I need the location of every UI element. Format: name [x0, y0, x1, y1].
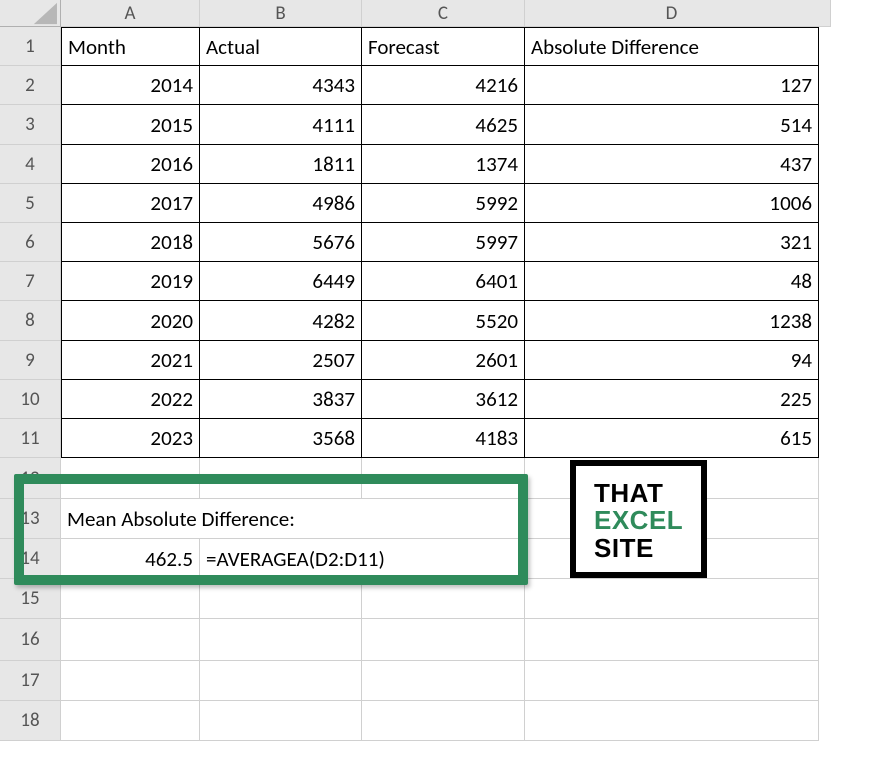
- cell-A-3[interactable]: 2015: [61, 105, 200, 145]
- cell-D-5[interactable]: 1006: [525, 184, 819, 223]
- cell-A15[interactable]: [61, 579, 200, 619]
- column-header-C[interactable]: C: [362, 0, 525, 27]
- table-header-a[interactable]: Month: [61, 27, 200, 66]
- cell-B-5[interactable]: 4986: [200, 184, 362, 223]
- row-header-4[interactable]: 4: [0, 145, 61, 184]
- cell-B17[interactable]: [200, 661, 362, 701]
- cell-A-10[interactable]: 2022: [61, 380, 200, 419]
- cell-D-11[interactable]: 615: [525, 419, 819, 458]
- row-header-12[interactable]: 12: [0, 458, 61, 499]
- cell-C15[interactable]: [362, 579, 525, 619]
- row-header-5[interactable]: 5: [0, 184, 61, 223]
- row-header-14[interactable]: 14: [0, 539, 61, 579]
- column-header-B[interactable]: B: [200, 0, 362, 27]
- cell-D-10[interactable]: 225: [525, 380, 819, 419]
- cell-B-8[interactable]: 4282: [200, 301, 362, 341]
- cell-D-4[interactable]: 437: [525, 145, 819, 184]
- summary-formula[interactable]: =AVERAGEA(D2:D11): [200, 539, 525, 579]
- row-header-18[interactable]: 18: [0, 701, 61, 741]
- cell-A17[interactable]: [61, 661, 200, 701]
- cell-A-2[interactable]: 2014: [61, 66, 200, 105]
- row-header-1[interactable]: 1: [0, 27, 61, 66]
- cell-A16[interactable]: [61, 619, 200, 661]
- row-header-3[interactable]: 3: [0, 105, 61, 145]
- cell-B-6[interactable]: 5676: [200, 223, 362, 262]
- cell-B-3[interactable]: 4111: [200, 105, 362, 145]
- cell-B16[interactable]: [200, 619, 362, 661]
- cell-C-9[interactable]: 2601: [362, 341, 525, 380]
- summary-label[interactable]: Mean Absolute Difference:: [61, 499, 525, 539]
- cell-C-5[interactable]: 5992: [362, 184, 525, 223]
- cell-C16[interactable]: [362, 619, 525, 661]
- row-header-2[interactable]: 2: [0, 66, 61, 105]
- cell-A12[interactable]: [61, 458, 200, 499]
- cell-B-9[interactable]: 2507: [200, 341, 362, 380]
- cell-D17[interactable]: [525, 661, 819, 701]
- cell-C-3[interactable]: 4625: [362, 105, 525, 145]
- cell-D15[interactable]: [525, 579, 819, 619]
- logo-line-2: EXCEL: [594, 507, 683, 534]
- cell-D16[interactable]: [525, 619, 819, 661]
- cell-B-10[interactable]: 3837: [200, 380, 362, 419]
- cell-C12[interactable]: [362, 458, 525, 499]
- cell-D-2[interactable]: 127: [525, 66, 819, 105]
- column-header-edge: [818, 0, 831, 27]
- row-header-7[interactable]: 7: [0, 262, 61, 301]
- cell-A-9[interactable]: 2021: [61, 341, 200, 380]
- cell-A-5[interactable]: 2017: [61, 184, 200, 223]
- cell-B18[interactable]: [200, 701, 362, 741]
- cell-C-4[interactable]: 1374: [362, 145, 525, 184]
- table-header-c[interactable]: Forecast: [362, 27, 525, 66]
- row-header-13[interactable]: 13: [0, 499, 61, 539]
- cell-B-11[interactable]: 3568: [200, 419, 362, 458]
- cell-C-8[interactable]: 5520: [362, 301, 525, 341]
- row-header-6[interactable]: 6: [0, 223, 61, 262]
- table-header-d[interactable]: Absolute Difference: [525, 27, 819, 66]
- cell-C-10[interactable]: 3612: [362, 380, 525, 419]
- cell-B15[interactable]: [200, 579, 362, 619]
- cell-A-7[interactable]: 2019: [61, 262, 200, 301]
- cell-C-2[interactable]: 4216: [362, 66, 525, 105]
- cell-B-7[interactable]: 6449: [200, 262, 362, 301]
- column-header-D[interactable]: D: [525, 0, 819, 27]
- cell-C17[interactable]: [362, 661, 525, 701]
- column-header-A[interactable]: A: [61, 0, 200, 27]
- select-all-corner[interactable]: [0, 0, 61, 27]
- cell-A-8[interactable]: 2020: [61, 301, 200, 341]
- cell-B-4[interactable]: 1811: [200, 145, 362, 184]
- row-header-8[interactable]: 8: [0, 301, 61, 341]
- logo-line-3: SITE: [594, 535, 683, 562]
- cell-A-4[interactable]: 2016: [61, 145, 200, 184]
- cell-B-2[interactable]: 4343: [200, 66, 362, 105]
- cell-D-3[interactable]: 514: [525, 105, 819, 145]
- row-header-9[interactable]: 9: [0, 341, 61, 380]
- cell-D18[interactable]: [525, 701, 819, 741]
- logo-line-1: THAT: [594, 480, 683, 507]
- cell-A-6[interactable]: 2018: [61, 223, 200, 262]
- row-header-16[interactable]: 16: [0, 619, 61, 661]
- cell-D-8[interactable]: 1238: [525, 301, 819, 341]
- cell-C-7[interactable]: 6401: [362, 262, 525, 301]
- cell-D-9[interactable]: 94: [525, 341, 819, 380]
- cell-D-6[interactable]: 321: [525, 223, 819, 262]
- cell-D-7[interactable]: 48: [525, 262, 819, 301]
- cell-C-6[interactable]: 5997: [362, 223, 525, 262]
- row-header-17[interactable]: 17: [0, 661, 61, 701]
- cell-A-11[interactable]: 2023: [61, 419, 200, 458]
- row-header-10[interactable]: 10: [0, 380, 61, 419]
- cell-C18[interactable]: [362, 701, 525, 741]
- row-header-11[interactable]: 11: [0, 419, 61, 458]
- cell-B12[interactable]: [200, 458, 362, 499]
- summary-value[interactable]: 462.5: [61, 539, 200, 579]
- cell-C-11[interactable]: 4183: [362, 419, 525, 458]
- site-logo: THAT EXCEL SITE: [570, 460, 707, 578]
- cell-A18[interactable]: [61, 701, 200, 741]
- table-header-b[interactable]: Actual: [200, 27, 362, 66]
- row-header-15[interactable]: 15: [0, 579, 61, 619]
